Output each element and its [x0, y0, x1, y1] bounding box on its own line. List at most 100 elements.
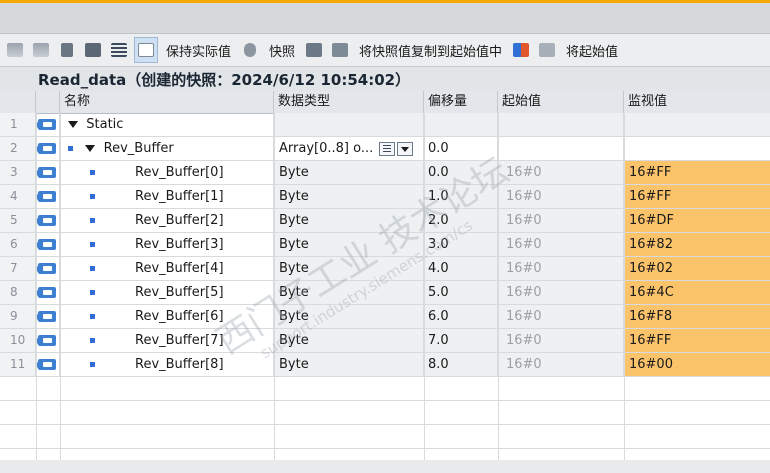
- member-icon: [90, 194, 95, 199]
- editor-title-strip: [0, 3, 770, 34]
- port-icon: [36, 329, 60, 352]
- row-start[interactable]: 16#0: [498, 329, 624, 352]
- port-icon: [36, 353, 60, 376]
- row-offset: 7.0: [424, 329, 498, 352]
- empty-row[interactable]: [0, 425, 770, 449]
- port-icon: [36, 137, 60, 160]
- row-start[interactable]: 16#0: [498, 209, 624, 232]
- row-name[interactable]: Rev_Buffer[2]: [60, 209, 274, 232]
- table-row[interactable]: 11 Rev_Buffer[8] Byte 8.0 16#0 16#00: [0, 353, 770, 377]
- row-number: 1: [0, 113, 36, 136]
- table-row[interactable]: 10 Rev_Buffer[7] Byte 7.0 16#0 16#FF: [0, 329, 770, 353]
- table-row[interactable]: 1 Static: [0, 113, 770, 137]
- row-type[interactable]: Byte: [274, 233, 424, 256]
- member-icon: [90, 266, 95, 271]
- row-type[interactable]: Byte: [274, 305, 424, 328]
- row-start[interactable]: 16#0: [498, 305, 624, 328]
- column-divider: [498, 113, 499, 460]
- row-monitor: 16#DF: [624, 209, 770, 232]
- row-type[interactable]: Byte: [274, 353, 424, 376]
- row-name[interactable]: Rev_Buffer: [60, 137, 274, 160]
- header-start[interactable]: 起始值: [498, 91, 624, 113]
- port-icon: [36, 185, 60, 208]
- column-divider: [60, 113, 61, 460]
- row-name[interactable]: Static: [60, 113, 274, 136]
- table-row[interactable]: 6 Rev_Buffer[3] Byte 3.0 16#0 16#82: [0, 233, 770, 257]
- block-title: Read_data（创建的快照：2024/6/12 10:54:02）: [38, 71, 411, 89]
- table-row[interactable]: 2 Rev_Buffer Array[0..8] o... 0.0: [0, 137, 770, 161]
- row-offset: 8.0: [424, 353, 498, 376]
- table-row[interactable]: 5 Rev_Buffer[2] Byte 2.0 16#0 16#DF: [0, 209, 770, 233]
- array-editor-icon[interactable]: [379, 141, 396, 156]
- row-offset: 2.0: [424, 209, 498, 232]
- keep-actual-button[interactable]: 保持实际值: [166, 41, 231, 60]
- row-name[interactable]: Rev_Buffer[7]: [60, 329, 274, 352]
- list-icon[interactable]: [108, 38, 130, 62]
- collapse-arrow-icon[interactable]: [85, 145, 96, 152]
- row-name[interactable]: Rev_Buffer[5]: [60, 281, 274, 304]
- row-type[interactable]: Byte: [274, 329, 424, 352]
- empty-row[interactable]: [0, 401, 770, 425]
- header-name[interactable]: 名称: [60, 91, 274, 113]
- add-row-icon[interactable]: [30, 38, 52, 62]
- toolbar: 保持实际值 快照 将快照值复制到起始值中 将起始值: [0, 34, 770, 67]
- header-number: [0, 91, 36, 113]
- row-start[interactable]: 16#0: [498, 281, 624, 304]
- load-start-alt-icon[interactable]: [536, 38, 558, 62]
- load-start-button[interactable]: 将起始值: [566, 41, 618, 60]
- collapse-arrow-icon[interactable]: [68, 121, 78, 128]
- insert-row-icon[interactable]: [4, 38, 26, 62]
- edit-icon[interactable]: [82, 38, 104, 62]
- row-start[interactable]: [498, 137, 624, 160]
- table-row[interactable]: 4 Rev_Buffer[1] Byte 1.0 16#0 16#FF: [0, 185, 770, 209]
- row-number: 4: [0, 185, 36, 208]
- member-icon: [90, 218, 95, 223]
- row-start[interactable]: 16#0: [498, 233, 624, 256]
- table-row[interactable]: 3 Rev_Buffer[0] Byte 0.0 16#0 16#FF: [0, 161, 770, 185]
- copy-alt-icon[interactable]: [329, 38, 351, 62]
- row-name[interactable]: Rev_Buffer[3]: [60, 233, 274, 256]
- empty-row[interactable]: [0, 377, 770, 401]
- port-icon: [36, 113, 60, 136]
- row-name[interactable]: Rev_Buffer[4]: [60, 257, 274, 280]
- row-type[interactable]: Byte: [274, 209, 424, 232]
- row-type[interactable]: Byte: [274, 281, 424, 304]
- row-name[interactable]: Rev_Buffer[6]: [60, 305, 274, 328]
- row-monitor: [624, 113, 770, 136]
- row-type[interactable]: Byte: [274, 257, 424, 280]
- row-type[interactable]: Array[0..8] o...: [274, 137, 424, 160]
- table-row[interactable]: 9 Rev_Buffer[6] Byte 6.0 16#0 16#F8: [0, 305, 770, 329]
- snapshot-db-icon[interactable]: [239, 38, 261, 62]
- row-start[interactable]: 16#0: [498, 353, 624, 376]
- row-start[interactable]: 16#0: [498, 161, 624, 184]
- row-name[interactable]: Rev_Buffer[8]: [60, 353, 274, 376]
- snapshot-button[interactable]: 快照: [269, 41, 295, 60]
- row-type[interactable]: [274, 113, 424, 136]
- type-dropdown-icon[interactable]: [397, 141, 414, 156]
- table-row[interactable]: 8 Rev_Buffer[5] Byte 5.0 16#0 16#4C: [0, 281, 770, 305]
- row-start[interactable]: 16#0: [498, 257, 624, 280]
- header-offset[interactable]: 偏移量: [424, 91, 498, 113]
- header-type[interactable]: 数据类型: [274, 91, 424, 113]
- load-start-icon[interactable]: [510, 38, 532, 62]
- expand-icon[interactable]: [56, 38, 78, 62]
- row-name[interactable]: Rev_Buffer[1]: [60, 185, 274, 208]
- copy-snapshot-to-start-button[interactable]: 将快照值复制到起始值中: [359, 41, 502, 60]
- copy-icon[interactable]: [303, 38, 325, 62]
- table-row[interactable]: 7 Rev_Buffer[4] Byte 4.0 16#0 16#02: [0, 257, 770, 281]
- row-offset: [424, 113, 498, 136]
- row-number: 11: [0, 353, 36, 376]
- row-monitor: 16#00: [624, 353, 770, 376]
- row-monitor: 16#4C: [624, 281, 770, 304]
- column-divider: [424, 113, 425, 460]
- row-start[interactable]: 16#0: [498, 185, 624, 208]
- row-type[interactable]: Byte: [274, 185, 424, 208]
- header-monitor[interactable]: 监视值: [624, 91, 770, 113]
- monitor-toggle-icon[interactable]: [134, 37, 158, 63]
- row-name[interactable]: Rev_Buffer[0]: [60, 161, 274, 184]
- row-offset: 3.0: [424, 233, 498, 256]
- port-icon: [36, 209, 60, 232]
- row-number: 8: [0, 281, 36, 304]
- row-type[interactable]: Byte: [274, 161, 424, 184]
- row-start[interactable]: [498, 113, 624, 136]
